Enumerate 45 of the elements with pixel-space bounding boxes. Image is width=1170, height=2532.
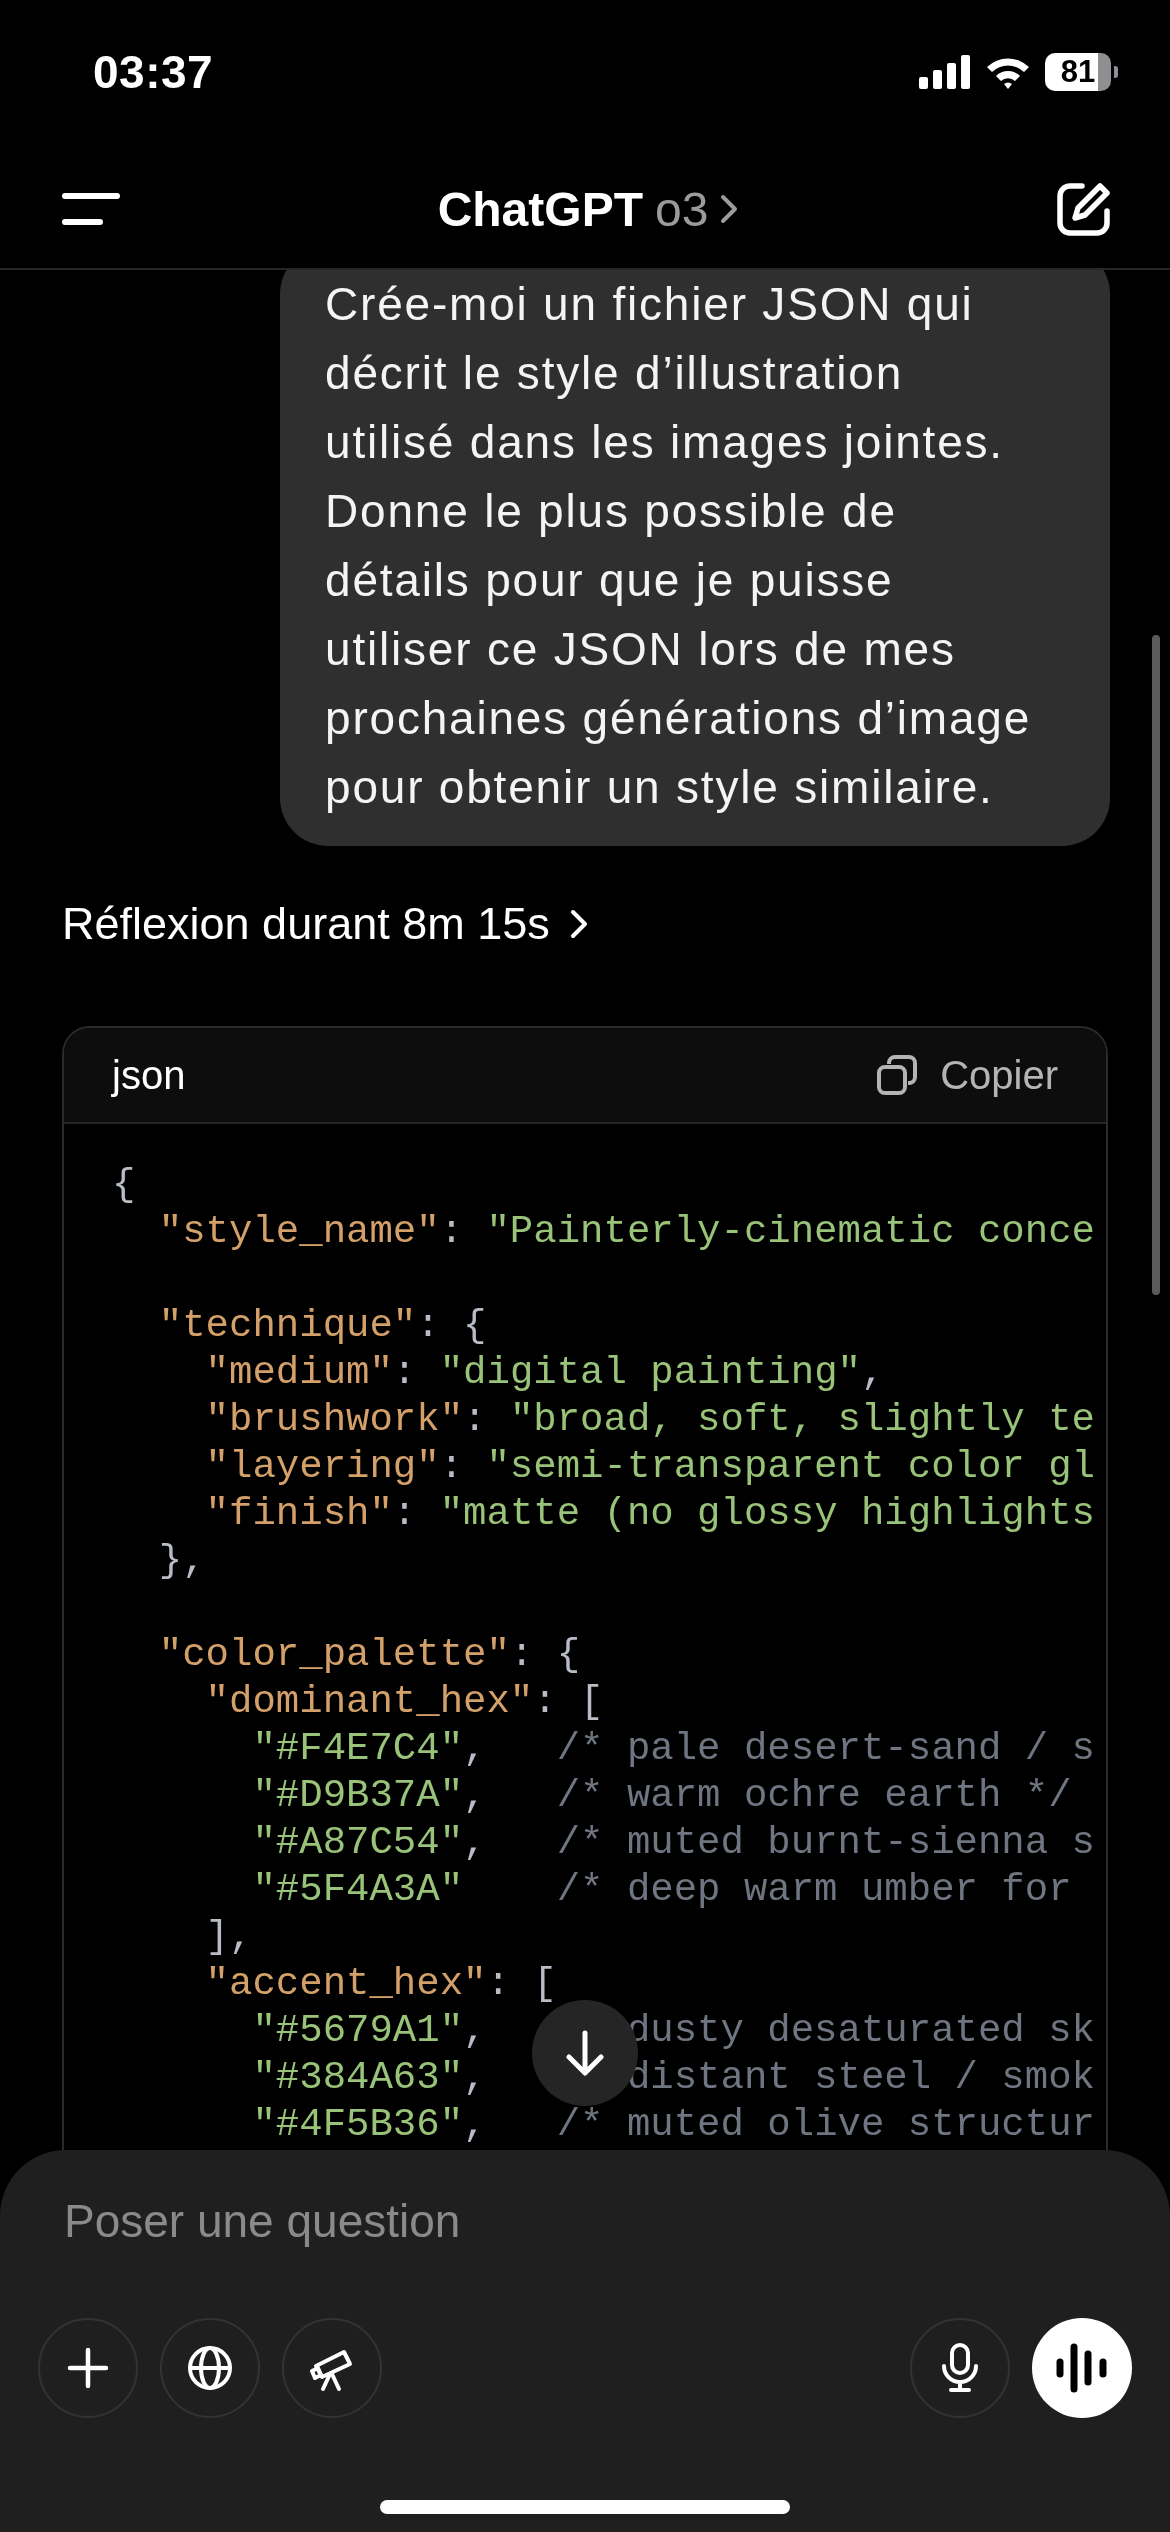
code-line: "finish": "matte (no glossy highlights [204, 1491, 1095, 1538]
signal-icon [919, 55, 971, 89]
question-input[interactable]: Poser une question [38, 2186, 964, 2256]
code-line: }, [157, 1538, 206, 1585]
menu-button[interactable] [62, 192, 120, 226]
globe-icon [186, 2344, 234, 2392]
code-language: json [112, 1052, 186, 1098]
code-line: "dominant_hex": [ [204, 1679, 604, 1726]
menu-icon [62, 192, 120, 226]
research-button[interactable] [282, 2318, 382, 2418]
code-line: "#384A63", distant steel / smok [251, 2055, 1095, 2102]
code-line: "accent_hex": [ [204, 1961, 557, 2008]
copy-button[interactable]: Copier [876, 1052, 1058, 1098]
microphone-icon [940, 2342, 980, 2394]
wifi-icon [985, 55, 1031, 89]
code-line: "style_name": "Painterly-cinematic conce [157, 1209, 1095, 1256]
new-chat-button[interactable] [1056, 181, 1112, 237]
reasoning-toggle[interactable]: Réflexion durant 8m 15s [62, 894, 588, 954]
plus-icon [67, 2347, 109, 2389]
code-line: "#D9B37A", /* warm ochre earth */ [251, 1773, 1072, 1820]
code-line: ], [204, 1914, 253, 1961]
code-line: "technique": { [157, 1303, 487, 1350]
clock-time: 03:37 [93, 45, 214, 99]
code-line: "layering": "semi-transparent color gl [204, 1444, 1095, 1491]
edit-icon [1056, 181, 1112, 237]
add-button[interactable] [38, 2318, 138, 2418]
code-line: "#A87C54", /* muted burnt-sienna s [251, 1820, 1095, 1867]
code-line: { [112, 1162, 136, 1209]
code-line: "#4F5B36", /* muted olive structur [251, 2102, 1095, 2149]
dictate-button[interactable] [910, 2318, 1010, 2418]
code-line: "#5679A1", dusty desaturated sk [251, 2008, 1095, 2055]
code-line: "medium": "digital painting", [204, 1350, 885, 1397]
code-line: "brushwork": "broad, soft, slightly te [204, 1397, 1095, 1444]
copy-icon [876, 1054, 919, 1096]
user-message: Crée-moi un fichier JSON qui décrit le style d’illustration utilisé dans les images jointes. Donne le plus possible de détails pour que je puisse utiliser ce JSON lors de mes prochaines générations d’image pour obtenir un style similaire. [280, 270, 1110, 846]
chevron-icon [720, 194, 739, 224]
waveform-icon [1055, 2343, 1109, 2393]
code-line: "#F4E7C4", /* pale desert-sand / s [251, 1726, 1095, 1773]
search-button[interactable] [160, 2318, 260, 2418]
code-line: "color_palette": { [157, 1632, 581, 1679]
scrollbar[interactable] [1152, 635, 1160, 1295]
battery-indicator: 81 [1045, 53, 1118, 91]
chevron-icon [569, 909, 588, 939]
code-line: "#5F4A3A" /* deep warm umber for [251, 1867, 1072, 1914]
model-picker[interactable]: ChatGPT o3 [437, 181, 739, 237]
